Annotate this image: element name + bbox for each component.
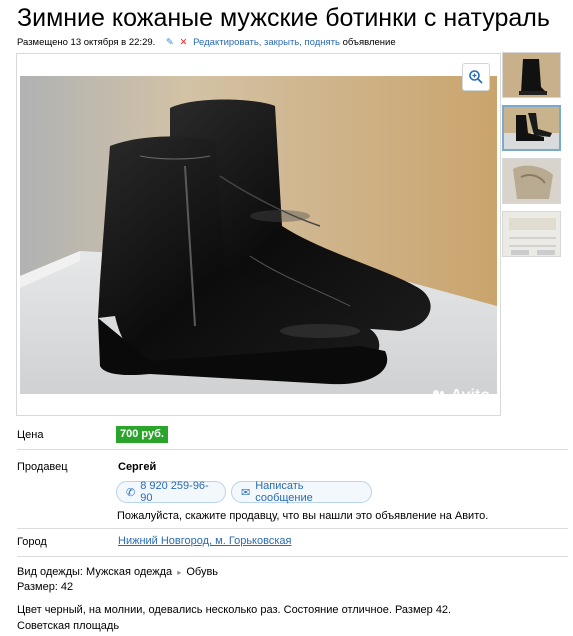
envelope-icon: ✉ bbox=[241, 486, 251, 499]
description-line: Советская площадь bbox=[17, 620, 120, 632]
edit-link[interactable]: Редактировать, закрыть, поднять bbox=[193, 37, 340, 48]
divider bbox=[17, 528, 568, 529]
price-value: 700 руб. bbox=[116, 426, 168, 443]
boots-photo[interactable] bbox=[20, 76, 497, 394]
thumbnail-active[interactable] bbox=[502, 105, 561, 151]
category-leaf: Обувь bbox=[186, 566, 219, 578]
thumbnail[interactable] bbox=[502, 211, 561, 257]
thumbnail-strip bbox=[502, 52, 563, 264]
phone-icon: ✆ bbox=[126, 486, 136, 499]
pencil-icon[interactable]: ✎ bbox=[166, 37, 174, 48]
close-icon[interactable]: ✕ bbox=[180, 37, 188, 48]
arrow-right-icon: ▸ bbox=[177, 568, 182, 577]
avito-watermark: Avito bbox=[431, 387, 490, 405]
zoom-icon bbox=[469, 70, 483, 84]
divider bbox=[17, 449, 568, 450]
price-label: Цена bbox=[17, 429, 44, 441]
thumbnail[interactable] bbox=[502, 52, 561, 98]
thumbnail[interactable] bbox=[502, 158, 561, 204]
zoom-button[interactable] bbox=[462, 63, 490, 91]
description: Цвет черный, на молнии, одевались нескол… bbox=[17, 602, 557, 634]
category-prefix: Вид одежды: Мужская одежда bbox=[17, 566, 173, 578]
city-link[interactable]: Нижний Новгород, м. Горьковская bbox=[118, 535, 291, 547]
edit-suffix: объявление bbox=[342, 37, 396, 48]
seller-note: Пожалуйста, скажите продавцу, что вы наш… bbox=[117, 510, 489, 522]
city-label: Город bbox=[17, 536, 47, 548]
main-photo[interactable]: Avito bbox=[16, 53, 501, 416]
seller-label: Продавец bbox=[17, 461, 68, 473]
avito-logo-icon bbox=[432, 390, 445, 402]
phone-number: 8 920 259-96-90 bbox=[140, 480, 209, 504]
watermark-text: Avito bbox=[450, 387, 490, 404]
seller-name: Сергей bbox=[118, 461, 157, 473]
posted-date: Размещено 13 октября в 22:29. bbox=[17, 37, 156, 48]
size-line: Размер: 42 bbox=[17, 581, 74, 593]
category-line: Вид одежды: Мужская одежда ▸ Обувь bbox=[17, 566, 218, 578]
listing-meta: Размещено 13 октября в 22:29. ✎ ✕ Редакт… bbox=[17, 37, 396, 48]
write-message-label: Написать сообщение bbox=[255, 480, 313, 504]
write-message-button[interactable]: ✉ Написать сообщение bbox=[231, 480, 372, 504]
divider bbox=[17, 556, 568, 557]
description-line: Цвет черный, на молнии, одевались нескол… bbox=[17, 604, 452, 616]
listing-title: Зимние кожаные мужские ботинки с натурал… bbox=[17, 4, 550, 32]
show-phone-button[interactable]: ✆ 8 920 259-96-90 bbox=[116, 480, 226, 504]
